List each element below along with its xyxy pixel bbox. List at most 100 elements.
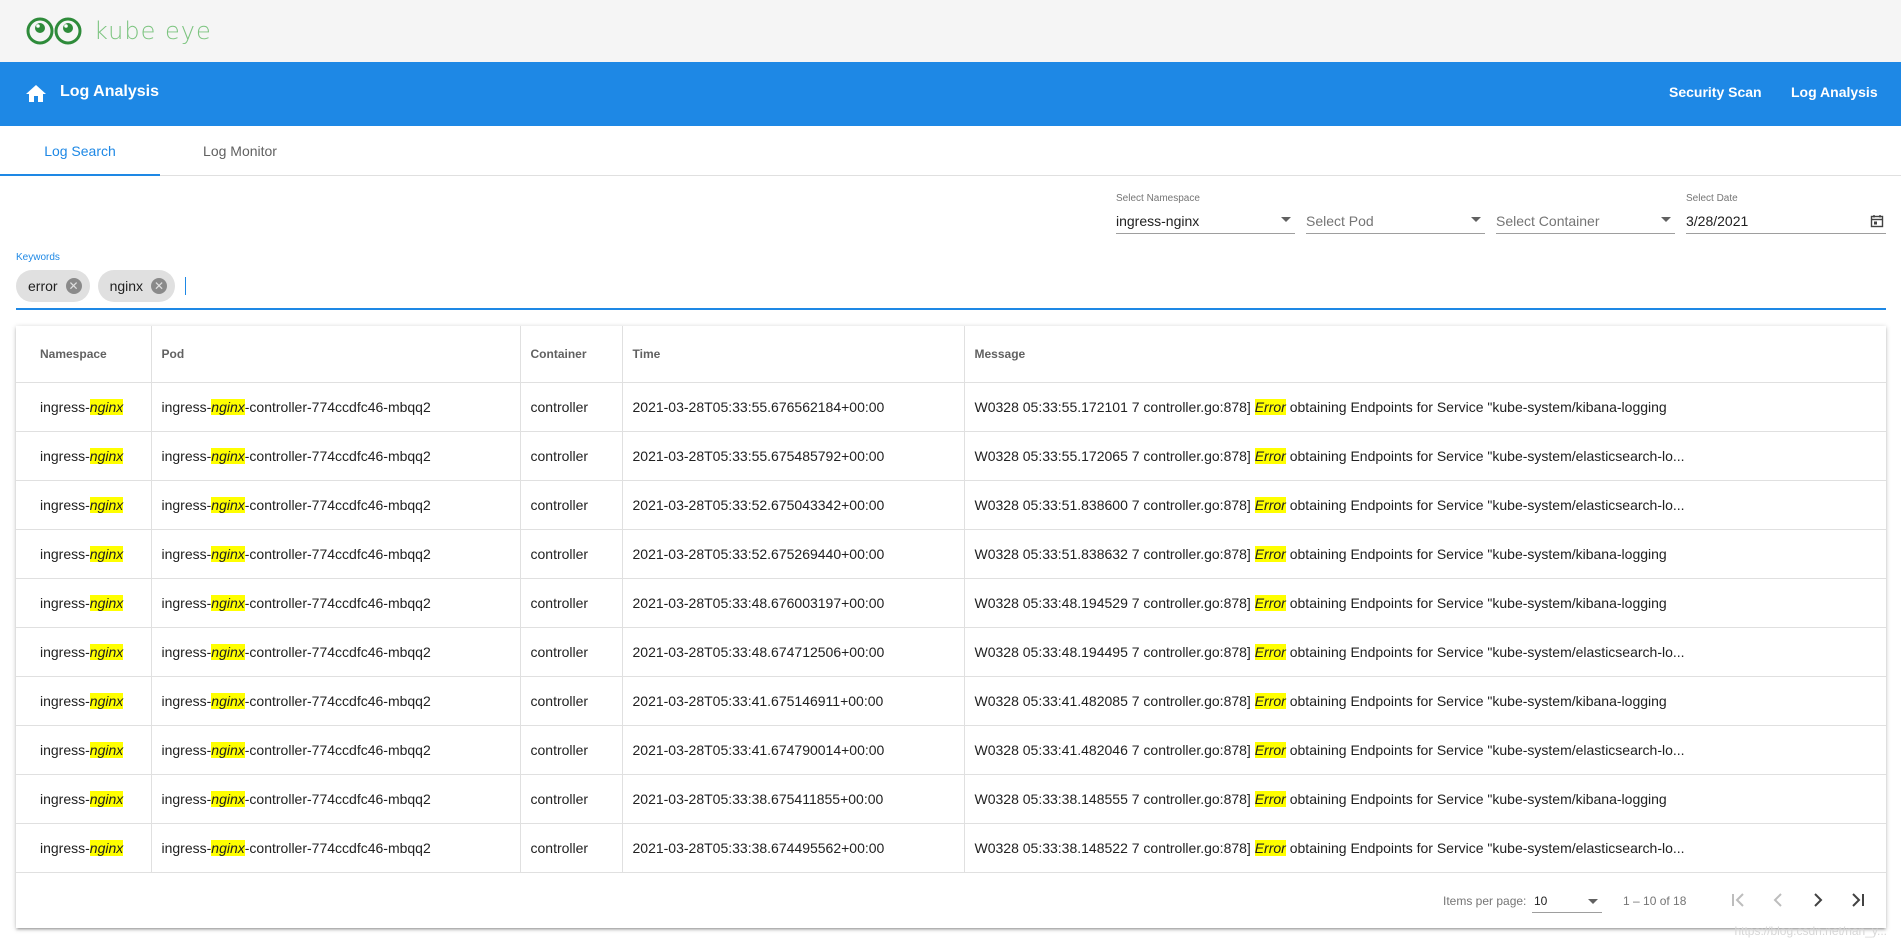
keywords-chip-list[interactable]: error ✕ nginx ✕ xyxy=(16,270,187,302)
keyword-highlight: nginx xyxy=(89,497,124,513)
keyword-input[interactable] xyxy=(185,277,187,295)
cell-text: -controller-774ccdfc46-mbqq2 xyxy=(244,497,431,513)
column-header-pod[interactable]: Pod xyxy=(151,326,521,383)
first-page-icon xyxy=(1732,893,1744,907)
keyword-chip[interactable]: nginx ✕ xyxy=(97,270,176,302)
pod-cell: ingress-nginx-controller-774ccdfc46-mbqq… xyxy=(151,480,521,530)
table-row[interactable]: ingress-nginx ingress-nginx-controller-77… xyxy=(16,529,1886,579)
table-row[interactable]: ingress-nginx ingress-nginx-controller-77… xyxy=(16,676,1886,726)
table-row[interactable]: ingress-nginx ingress-nginx-controller-77… xyxy=(16,774,1886,824)
time-cell: 2021-03-28T05:33:55.675485792+00:00 xyxy=(622,431,965,481)
column-header-message[interactable]: Message xyxy=(964,326,1886,383)
tab-log-monitor[interactable]: Log Monitor xyxy=(160,126,320,175)
cell-text: ingress- xyxy=(161,448,212,464)
namespace-cell: ingress-nginx xyxy=(16,431,152,481)
container-cell: controller xyxy=(520,725,623,775)
namespace-cell: ingress-nginx xyxy=(16,529,152,579)
chip-label: nginx xyxy=(109,278,144,294)
container-cell: controller xyxy=(520,774,623,824)
close-icon[interactable]: ✕ xyxy=(65,278,82,294)
table-row[interactable]: ingress-nginx ingress-nginx-controller-77… xyxy=(16,382,1886,432)
last-page-button[interactable] xyxy=(1844,886,1872,914)
date-input[interactable]: Select Date 3/28/2021 xyxy=(1686,193,1886,234)
namespace-cell: ingress-nginx xyxy=(16,627,152,677)
table-row[interactable]: ingress-nginx ingress-nginx-controller-77… xyxy=(16,480,1886,530)
nav-security-scan[interactable]: Security Scan xyxy=(1669,84,1762,100)
cell-text: -controller-774ccdfc46-mbqq2 xyxy=(244,742,431,758)
brand-bar: kube eye xyxy=(0,0,1901,62)
cell-text: ingress- xyxy=(40,840,90,856)
pod-cell: ingress-nginx-controller-774ccdfc46-mbqq… xyxy=(151,676,521,726)
keyword-highlight: nginx xyxy=(211,546,245,562)
cell-text: -controller-774ccdfc46-mbqq2 xyxy=(244,399,431,415)
pod-select[interactable]: Select Pod xyxy=(1306,193,1485,234)
chevron-down-icon xyxy=(1471,217,1481,222)
table-row[interactable]: ingress-nginx ingress-nginx-controller-77… xyxy=(16,578,1886,628)
table-row[interactable]: ingress-nginx ingress-nginx-controller-77… xyxy=(16,431,1886,481)
keyword-chip[interactable]: error ✕ xyxy=(16,270,90,302)
tab-log-search[interactable]: Log Search xyxy=(0,126,160,176)
log-table-card: Namespace Pod Container Time Message ing… xyxy=(16,326,1886,928)
home-icon[interactable] xyxy=(24,82,48,106)
date-label: Select Date xyxy=(1686,193,1738,204)
table-row[interactable]: ingress-nginx ingress-nginx-controller-77… xyxy=(16,725,1886,775)
time-cell: 2021-03-28T05:33:48.674712506+00:00 xyxy=(622,627,965,677)
kubeeye-logo[interactable]: kube eye xyxy=(26,10,212,52)
keyword-highlight: nginx xyxy=(89,644,124,660)
container-cell: controller xyxy=(520,676,623,726)
cell-text: W0328 05:33:55.172065 7 controller.go:87… xyxy=(974,448,1255,464)
container-cell: controller xyxy=(520,431,623,481)
namespace-label: Select Namespace xyxy=(1116,193,1200,204)
pod-placeholder: Select Pod xyxy=(1306,213,1374,229)
last-page-icon xyxy=(1852,893,1864,907)
items-per-page-select[interactable]: 10 xyxy=(1532,890,1602,913)
cell-text: W0328 05:33:41.482085 7 controller.go:87… xyxy=(974,693,1255,709)
tab-bar: Log Search Log Monitor xyxy=(0,126,1901,176)
keyword-highlight: Error xyxy=(1254,399,1286,415)
container-select[interactable]: Select Container xyxy=(1496,193,1675,234)
first-page-button[interactable] xyxy=(1724,886,1752,914)
pod-cell: ingress-nginx-controller-774ccdfc46-mbqq… xyxy=(151,529,521,579)
cell-text: W0328 05:33:55.172101 7 controller.go:87… xyxy=(974,399,1255,415)
cell-text: W0328 05:33:48.194529 7 controller.go:87… xyxy=(974,595,1255,611)
message-cell: W0328 05:33:51.838632 7 controller.go:87… xyxy=(964,529,1886,579)
cell-text: ingress- xyxy=(161,644,212,660)
page-title: Log Analysis xyxy=(60,83,159,100)
cell-text: ingress- xyxy=(40,448,90,464)
next-page-button[interactable] xyxy=(1804,886,1832,914)
cell-text: -controller-774ccdfc46-mbqq2 xyxy=(244,840,431,856)
table-row[interactable]: ingress-nginx ingress-nginx-controller-77… xyxy=(16,823,1886,873)
keyword-highlight: nginx xyxy=(211,497,245,513)
keyword-highlight: Error xyxy=(1254,448,1286,464)
column-header-namespace[interactable]: Namespace xyxy=(16,326,152,383)
namespace-value: ingress-nginx xyxy=(1116,213,1200,229)
keywords-label: Keywords xyxy=(16,252,60,263)
pod-cell: ingress-nginx-controller-774ccdfc46-mbqq… xyxy=(151,431,521,481)
calendar-icon[interactable] xyxy=(1870,214,1884,228)
namespace-cell: ingress-nginx xyxy=(16,774,152,824)
cell-text: ingress- xyxy=(40,644,90,660)
namespace-select[interactable]: Select Namespace ingress-nginx xyxy=(1116,193,1295,234)
time-cell: 2021-03-28T05:33:52.675043342+00:00 xyxy=(622,480,965,530)
date-value: 3/28/2021 xyxy=(1686,213,1749,229)
keyword-highlight: nginx xyxy=(211,448,245,464)
cell-text: ingress- xyxy=(161,791,212,807)
cell-text: W0328 05:33:38.148555 7 controller.go:87… xyxy=(974,791,1255,807)
pod-cell: ingress-nginx-controller-774ccdfc46-mbqq… xyxy=(151,578,521,628)
column-header-container[interactable]: Container xyxy=(520,326,623,383)
cell-text: obtaining Endpoints for Service "kube-sy… xyxy=(1285,595,1667,611)
cell-text: -controller-774ccdfc46-mbqq2 xyxy=(244,644,431,660)
close-icon[interactable]: ✕ xyxy=(151,278,168,294)
column-header-time[interactable]: Time xyxy=(622,326,965,383)
message-cell: W0328 05:33:48.194529 7 controller.go:87… xyxy=(964,578,1886,628)
previous-page-button[interactable] xyxy=(1764,886,1792,914)
cell-text: W0328 05:33:41.482046 7 controller.go:87… xyxy=(974,742,1255,758)
nav-log-analysis[interactable]: Log Analysis xyxy=(1791,84,1878,100)
table-row[interactable]: ingress-nginx ingress-nginx-controller-77… xyxy=(16,627,1886,677)
container-cell: controller xyxy=(520,529,623,579)
cell-text: ingress- xyxy=(40,791,90,807)
keyword-highlight: Error xyxy=(1254,497,1286,513)
cell-text: -controller-774ccdfc46-mbqq2 xyxy=(244,791,431,807)
keyword-highlight: Error xyxy=(1254,595,1286,611)
keyword-highlight: nginx xyxy=(211,399,245,415)
